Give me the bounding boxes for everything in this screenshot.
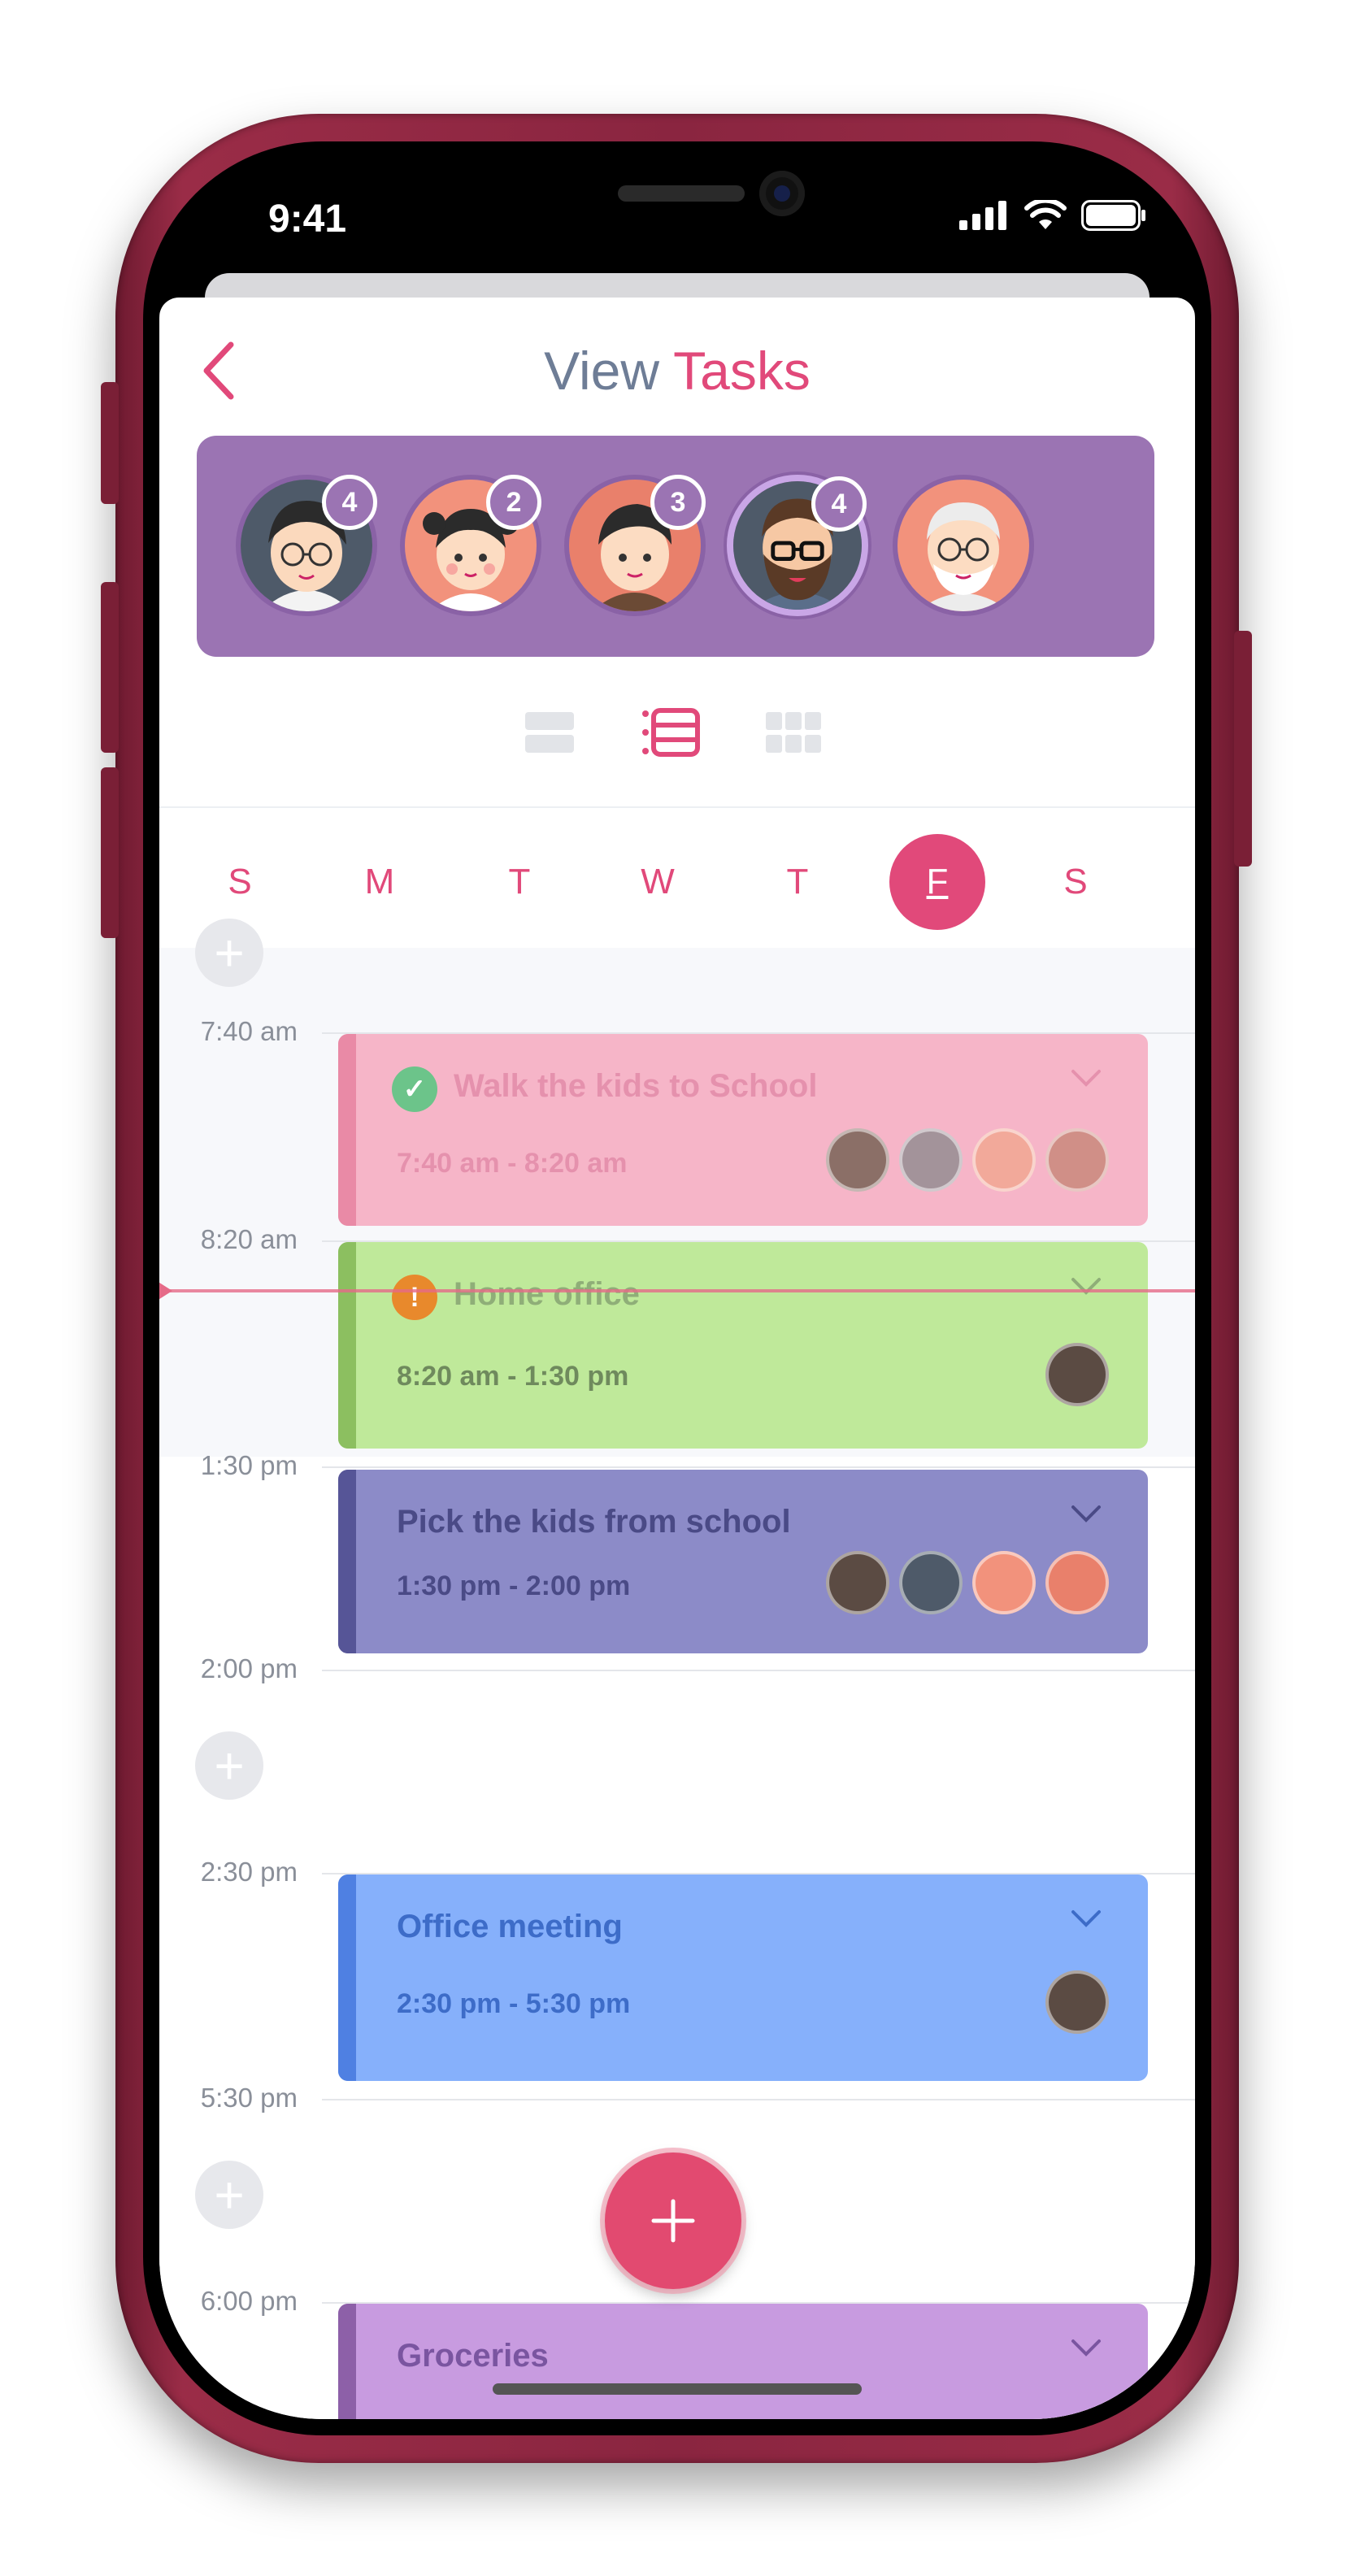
signal-icon: [959, 201, 1006, 230]
assignee-avatar: [972, 1551, 1036, 1614]
task-color-bar: [338, 1242, 356, 1449]
current-time-marker: [159, 1279, 172, 1302]
chevron-down-icon[interactable]: [1070, 1502, 1102, 1527]
phone-screen: 9:41 View Tasks 4 2 3 4 S M T W T F S + …: [159, 158, 1195, 2419]
timeline-view-icon[interactable]: [639, 704, 704, 761]
add-slot-button[interactable]: +: [195, 2161, 263, 2229]
time-gridline: [322, 1670, 1195, 1671]
status-time: 9:41: [268, 198, 347, 241]
status-icons: [959, 200, 1146, 231]
speaker-grille: [618, 185, 745, 202]
avatar-mom[interactable]: 4: [236, 475, 377, 616]
power-button: [1234, 631, 1252, 867]
grid-view-icon[interactable]: [761, 704, 826, 761]
task-color-bar: [338, 1470, 356, 1653]
check-icon: ✓: [392, 1066, 437, 1112]
assignee-avatar: [1045, 1128, 1109, 1192]
assignee-avatar: [826, 1551, 889, 1614]
add-slot-button[interactable]: +: [195, 1731, 263, 1800]
task-card[interactable]: Pick the kids from school 1:30 pm - 2:00…: [338, 1470, 1148, 1653]
avatar-grandpa[interactable]: [893, 475, 1034, 616]
task-title: Walk the kids to School: [454, 1068, 818, 1104]
weekday-tue[interactable]: T: [472, 834, 567, 930]
task-card[interactable]: Groceries: [338, 2304, 1148, 2419]
current-time-line: [159, 1289, 1195, 1292]
chevron-down-icon[interactable]: [1070, 1275, 1102, 1299]
chevron-down-icon[interactable]: [1070, 1066, 1102, 1091]
time-gridline: [322, 2099, 1195, 2100]
divider: [159, 806, 1195, 808]
task-time-range: 7:40 am - 8:20 am: [397, 1148, 628, 1179]
list-view-icon[interactable]: [517, 704, 582, 761]
time-label: 8:20 am: [200, 1224, 298, 1254]
task-count-badge: 4: [322, 475, 377, 530]
task-count-badge: 2: [486, 475, 541, 530]
battery-icon: [1081, 200, 1145, 231]
view-mode-switch: [517, 704, 858, 761]
task-color-bar: [338, 2304, 356, 2419]
time-label: 1:30 pm: [200, 1450, 298, 1480]
time-label: 6:00 pm: [200, 2286, 298, 2316]
weekday-sun[interactable]: S: [192, 834, 288, 930]
avatar-daughter[interactable]: 2: [400, 475, 541, 616]
assignee-avatar: [1045, 1551, 1109, 1614]
status-bar: 9:41: [159, 158, 1195, 280]
add-task-button[interactable]: [605, 2152, 741, 2289]
time-label: 2:00 pm: [200, 1653, 298, 1683]
task-time-range: 2:30 pm - 5:30 pm: [397, 1988, 631, 2019]
weekday-thu[interactable]: T: [750, 834, 845, 930]
task-title: Groceries: [397, 2338, 549, 2374]
exclamation-icon: !: [392, 1275, 437, 1320]
front-camera: [759, 171, 805, 216]
avatar-dad[interactable]: 4: [727, 475, 868, 616]
volume-up-button: [101, 582, 119, 753]
plus-icon: [651, 2199, 695, 2243]
task-title: Pick the kids from school: [397, 1504, 791, 1540]
time-label: 5:30 pm: [200, 2083, 298, 2113]
family-members-strip: 4 2 3 4: [197, 436, 1154, 657]
task-card[interactable]: ✓ Walk the kids to School 7:40 am - 8:20…: [338, 1034, 1148, 1226]
home-indicator[interactable]: [493, 2383, 862, 2395]
task-time-range: 1:30 pm - 2:00 pm: [397, 1570, 631, 1601]
weekday-wed[interactable]: W: [610, 834, 706, 930]
page-title: View Tasks: [159, 340, 1195, 402]
task-count-badge: 4: [811, 476, 867, 532]
grandpa-face-icon: [897, 480, 1029, 611]
add-slot-button[interactable]: +: [195, 919, 263, 987]
avatar-son[interactable]: 3: [564, 475, 706, 616]
weekday-sat[interactable]: S: [1028, 834, 1123, 930]
title-prefix: View: [544, 341, 659, 401]
task-color-bar: [338, 1874, 356, 2081]
chevron-down-icon[interactable]: [1070, 1907, 1102, 1931]
time-label: 2:30 pm: [200, 1857, 298, 1887]
task-count-badge: 3: [650, 475, 706, 530]
weekday-mon[interactable]: M: [332, 834, 428, 930]
title-accent: Tasks: [673, 341, 811, 401]
assignee-avatar: [899, 1128, 963, 1192]
time-label: 7:40 am: [200, 1016, 298, 1046]
assignee-avatar: [899, 1551, 963, 1614]
wifi-icon: [1024, 200, 1067, 229]
time-gridline: [322, 1466, 1195, 1468]
task-color-bar: [338, 1034, 356, 1226]
task-title: Office meeting: [397, 1909, 623, 1944]
assignee-avatar: [972, 1128, 1036, 1192]
assignee-avatar: [1045, 1343, 1109, 1406]
mute-switch: [101, 382, 119, 504]
assignee-avatar: [826, 1128, 889, 1192]
weekday-fri[interactable]: F: [889, 834, 985, 930]
app-view: View Tasks 4 2 3 4 S M T W T F S + 7:40 …: [159, 298, 1195, 2419]
task-card[interactable]: Office meeting 2:30 pm - 5:30 pm: [338, 1874, 1148, 2081]
weekday-selector: S M T W T F S: [192, 834, 1167, 930]
assignee-avatar: [1045, 1970, 1109, 2034]
task-time-range: 8:20 am - 1:30 pm: [397, 1361, 629, 1392]
chevron-down-icon[interactable]: [1070, 2336, 1102, 2361]
task-title: Home office: [454, 1276, 640, 1312]
task-card[interactable]: ! Home office 8:20 am - 1:30 pm: [338, 1242, 1148, 1449]
volume-down-button: [101, 767, 119, 938]
